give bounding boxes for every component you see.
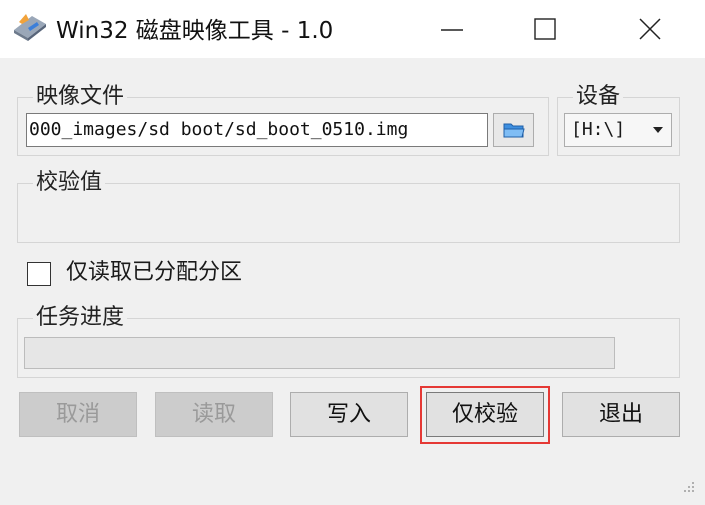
- device-label: 设备: [573, 84, 624, 110]
- minimize-button[interactable]: [417, 0, 487, 58]
- image-file-label: 映像文件: [33, 84, 128, 110]
- browse-button[interactable]: [493, 113, 534, 147]
- read-allocated-label: 仅读取已分配分区: [66, 260, 243, 285]
- progress-bar: [24, 337, 615, 369]
- progress-label: 任务进度: [33, 305, 128, 331]
- folder-icon: [503, 123, 525, 138]
- chevron-down-icon: [653, 127, 663, 133]
- title-bar[interactable]: Win32 磁盘映像工具 - 1.0: [0, 0, 705, 58]
- checksum-group: [17, 183, 680, 243]
- cancel-button[interactable]: 取消: [19, 392, 137, 437]
- window-title: Win32 磁盘映像工具 - 1.0: [56, 18, 334, 44]
- read-button[interactable]: 读取: [155, 392, 273, 437]
- write-button[interactable]: 写入: [290, 392, 408, 437]
- app-icon: [14, 14, 46, 41]
- device-select[interactable]: [H:\]: [564, 113, 672, 147]
- close-button[interactable]: [615, 0, 685, 58]
- checksum-label: 校验值: [33, 170, 106, 196]
- maximize-icon: [534, 18, 556, 40]
- minimize-icon: [441, 29, 463, 31]
- maximize-button[interactable]: [510, 0, 580, 58]
- resize-grip-icon[interactable]: [680, 478, 696, 494]
- read-allocated-checkbox[interactable]: [27, 262, 51, 286]
- highlight-box: [420, 386, 550, 444]
- image-file-input[interactable]: 000_images/sd boot/sd_boot_0510.img: [26, 113, 488, 147]
- close-icon: [639, 18, 661, 40]
- exit-button[interactable]: 退出: [562, 392, 680, 437]
- device-selected-value: [H:\]: [571, 119, 626, 140]
